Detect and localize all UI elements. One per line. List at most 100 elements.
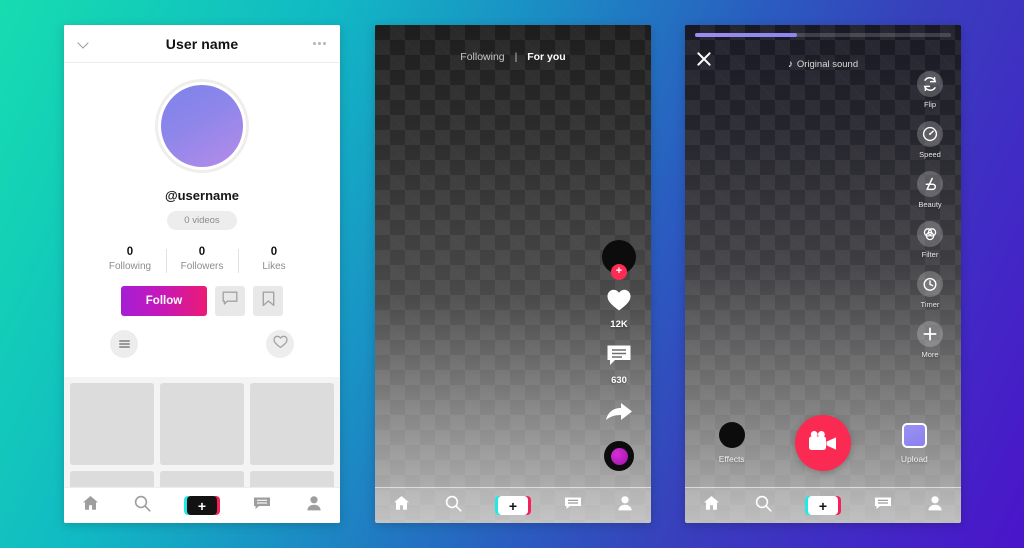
profile-screen: User name @username 0 videos 0 Following… xyxy=(64,25,340,523)
tool-filter[interactable]: Filter xyxy=(917,221,943,259)
grid-tile[interactable] xyxy=(70,383,154,465)
nav-discover[interactable] xyxy=(445,495,462,517)
tool-label: Speed xyxy=(919,150,941,159)
tool-label: Timer xyxy=(920,300,940,309)
tab-separator: | xyxy=(514,51,518,63)
search-icon xyxy=(134,495,151,517)
nav-home[interactable] xyxy=(703,495,720,516)
tab-for-you[interactable]: For you xyxy=(527,51,566,63)
camera-screen: ♪ Original sound Flip Speed Beauty Filte… xyxy=(685,25,961,523)
tool-more[interactable]: More xyxy=(917,321,943,359)
author-avatar[interactable]: + xyxy=(602,240,636,280)
share-button[interactable] xyxy=(605,400,633,427)
heart-icon xyxy=(272,335,288,354)
grid-tile[interactable] xyxy=(160,471,244,487)
sound-label: Original sound xyxy=(796,58,859,70)
avatar-image xyxy=(161,85,243,167)
stat-value: 0 xyxy=(126,246,134,258)
nav-inbox[interactable] xyxy=(253,496,271,516)
tab-following[interactable]: Following xyxy=(460,51,504,63)
profile-icon xyxy=(306,495,322,516)
chevron-down-icon[interactable] xyxy=(78,38,89,49)
close-icon[interactable] xyxy=(695,50,713,68)
feed-action-rail: + 12K 630 xyxy=(599,240,639,471)
nav-discover[interactable] xyxy=(134,495,151,517)
upload-button[interactable]: Upload xyxy=(884,422,944,464)
plus-icon[interactable]: + xyxy=(804,496,841,515)
tool-timer[interactable]: Timer xyxy=(917,271,943,309)
profile-icon xyxy=(617,495,633,516)
plus-icon[interactable]: + xyxy=(183,496,220,515)
speed-icon xyxy=(917,121,943,147)
stat-label: Likes xyxy=(262,261,286,272)
search-icon xyxy=(445,495,462,517)
tool-flip[interactable]: Flip xyxy=(917,71,943,109)
heart-icon xyxy=(606,288,632,317)
profile-actions: Follow xyxy=(64,286,340,316)
share-arrow-icon xyxy=(605,400,633,427)
camera-tool-rail: Flip Speed Beauty Filter Timer More xyxy=(909,71,951,359)
bookmark-icon xyxy=(262,291,275,312)
nav-profile[interactable] xyxy=(306,495,322,516)
stat-following[interactable]: 0 Following xyxy=(94,246,166,272)
filter-icon xyxy=(917,221,943,247)
tool-label: Filter xyxy=(921,250,939,259)
stat-value: 0 xyxy=(198,246,206,258)
plus-icon xyxy=(917,321,943,347)
beauty-icon xyxy=(917,171,943,197)
home-icon xyxy=(393,495,410,516)
profile-body: @username 0 videos 0 Following 0 Followe… xyxy=(64,63,340,390)
liked-videos-button[interactable] xyxy=(266,330,294,358)
feed-screen: Following | For you + 12K 630 + xyxy=(375,25,651,523)
tool-beauty[interactable]: Beauty xyxy=(917,171,943,209)
grid-tile[interactable] xyxy=(70,471,154,487)
nav-inbox[interactable] xyxy=(564,496,582,516)
like-button[interactable]: 12K xyxy=(606,288,632,330)
nav-create[interactable]: + xyxy=(804,496,841,515)
message-button[interactable] xyxy=(215,286,245,316)
comment-icon xyxy=(222,291,238,311)
upload-label: Upload xyxy=(900,453,928,464)
nav-profile[interactable] xyxy=(927,495,943,516)
comment-icon xyxy=(606,344,632,373)
stat-followers[interactable]: 0 Followers xyxy=(166,246,238,273)
sound-selector[interactable]: ♪ Original sound xyxy=(788,59,858,70)
nav-inbox[interactable] xyxy=(874,496,892,516)
grid-tile[interactable] xyxy=(250,383,334,465)
bottom-nav: + xyxy=(375,487,651,523)
avatar[interactable] xyxy=(155,79,249,173)
tool-speed[interactable]: Speed xyxy=(917,121,943,159)
more-dots-icon[interactable] xyxy=(313,42,326,45)
music-disc-button[interactable] xyxy=(604,441,634,471)
nav-discover[interactable] xyxy=(755,495,772,517)
nav-create[interactable]: + xyxy=(494,496,531,515)
home-icon xyxy=(82,495,99,516)
follow-badge[interactable]: + xyxy=(611,264,627,280)
stat-likes[interactable]: 0 Likes xyxy=(238,246,310,273)
recording-progress-fill xyxy=(695,33,798,37)
nav-home[interactable] xyxy=(393,495,410,516)
nav-home[interactable] xyxy=(82,495,99,516)
bottom-nav: + xyxy=(64,487,340,523)
nav-create[interactable]: + xyxy=(183,496,220,515)
grid-tile[interactable] xyxy=(250,471,334,487)
effects-label: Effects xyxy=(718,454,745,464)
grid-tile[interactable] xyxy=(160,383,244,465)
video-grid xyxy=(64,377,340,487)
videos-badge: 0 videos xyxy=(167,211,237,230)
hamburger-button[interactable] xyxy=(110,330,138,358)
tool-label: More xyxy=(921,350,939,359)
tool-label: Flip xyxy=(923,100,937,109)
bookmark-button[interactable] xyxy=(253,286,283,316)
nav-profile[interactable] xyxy=(617,495,633,516)
stat-label: Followers xyxy=(180,261,224,272)
effects-button[interactable]: Effects xyxy=(702,422,762,464)
search-icon xyxy=(755,495,772,517)
page-title: User name xyxy=(165,35,239,52)
tool-label: Beauty xyxy=(918,200,942,209)
plus-icon[interactable]: + xyxy=(494,496,531,515)
capture-controls: Effects Upload xyxy=(685,411,961,475)
record-button[interactable] xyxy=(794,415,851,471)
follow-button[interactable]: Follow xyxy=(121,286,207,316)
comment-button[interactable]: 630 xyxy=(606,344,632,386)
